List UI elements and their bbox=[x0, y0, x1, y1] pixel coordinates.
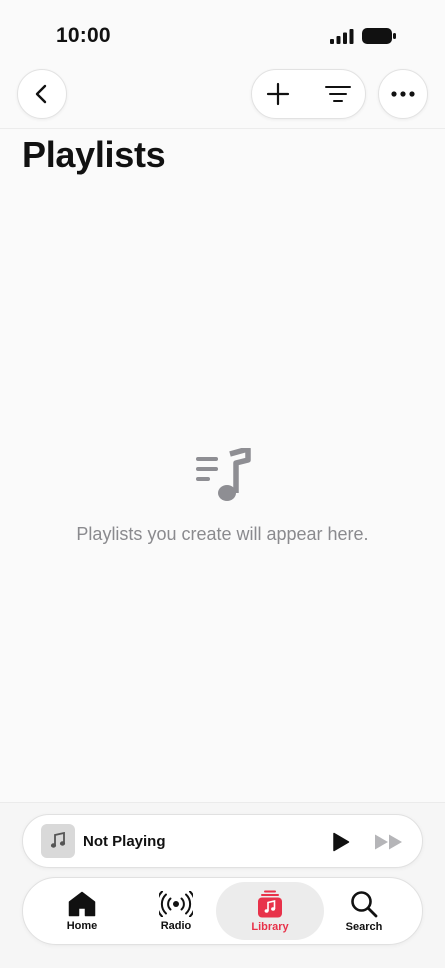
filter-lines-icon bbox=[325, 86, 351, 102]
nav-action-group bbox=[251, 69, 366, 119]
tab-radio-label: Radio bbox=[160, 919, 192, 932]
back-button[interactable] bbox=[17, 69, 67, 119]
tab-radio[interactable]: Radio bbox=[133, 882, 219, 940]
tab-library-label: Library bbox=[251, 920, 289, 933]
artwork-thumbnail bbox=[41, 824, 75, 858]
ellipsis-icon bbox=[391, 91, 415, 97]
tab-search[interactable]: Search bbox=[321, 882, 407, 940]
sort-filter-button[interactable] bbox=[320, 76, 356, 112]
fast-forward-icon bbox=[375, 834, 402, 850]
now-playing-title: Not Playing bbox=[83, 833, 166, 850]
tab-home-label: Home bbox=[66, 919, 98, 932]
status-bar: 10:00 bbox=[0, 0, 445, 70]
navigation-bar bbox=[0, 68, 445, 129]
library-icon bbox=[258, 890, 282, 917]
status-time: 10:00 bbox=[56, 24, 111, 47]
tab-bar: Home Radio Library Search bbox=[22, 877, 423, 945]
plus-icon bbox=[266, 82, 290, 106]
magnifier-icon bbox=[351, 890, 378, 917]
page-title: Playlists bbox=[22, 134, 166, 175]
tab-home[interactable]: Home bbox=[39, 882, 125, 940]
chevron-left-icon bbox=[35, 84, 47, 104]
mini-player[interactable]: Not Playing bbox=[22, 814, 423, 868]
more-options-button[interactable] bbox=[378, 69, 428, 119]
add-playlist-button[interactable] bbox=[260, 76, 296, 112]
play-button[interactable] bbox=[328, 829, 354, 855]
playlist-note-icon bbox=[196, 448, 251, 501]
bottom-area: Not Playing Home Radio Library Search bbox=[0, 802, 445, 968]
cellular-signal-icon bbox=[330, 29, 354, 44]
music-note-icon bbox=[50, 832, 66, 848]
home-icon bbox=[68, 891, 96, 916]
tab-search-label: Search bbox=[345, 920, 383, 933]
fast-forward-button[interactable] bbox=[373, 829, 405, 855]
play-icon bbox=[333, 832, 350, 852]
radio-waves-icon bbox=[159, 890, 193, 917]
empty-state-message: Playlists you create will appear here. bbox=[76, 524, 369, 544]
battery-icon bbox=[362, 28, 396, 44]
tab-library[interactable]: Library bbox=[216, 882, 324, 940]
